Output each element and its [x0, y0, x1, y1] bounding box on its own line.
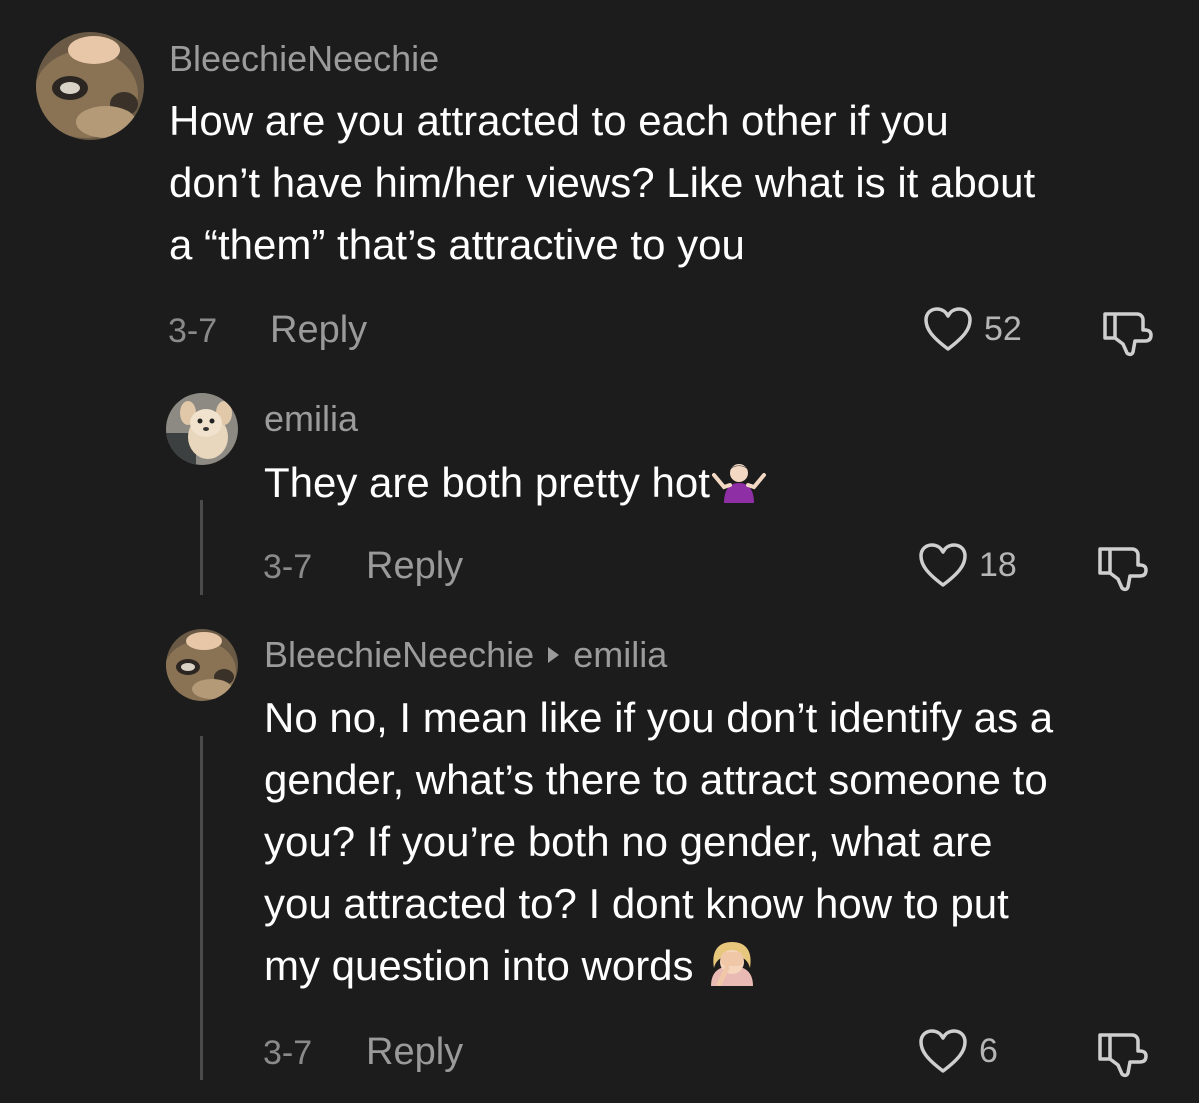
comment-date: 3-7	[263, 1034, 313, 1072]
comment-text-line: How are you attracted to each other if y…	[169, 97, 949, 144]
like-count: 52	[984, 310, 1022, 348]
reply-button[interactable]: Reply	[270, 311, 367, 349]
reply-arrow-icon	[548, 647, 560, 664]
avatar[interactable]	[166, 393, 238, 465]
reply-button[interactable]: Reply	[366, 1033, 463, 1071]
comment-date: 3-7	[263, 548, 313, 586]
comment-date: 3-7	[168, 312, 218, 350]
comment-text-line: No no, I mean like if you don’t identify…	[264, 694, 1054, 741]
thumbs-down-icon	[1103, 312, 1153, 357]
comment-text-line: don’t have him/her views? Like what is i…	[169, 159, 1036, 206]
comment-text: How are you attracted to each other if y…	[169, 90, 1035, 276]
dislike-button[interactable]	[1096, 1029, 1150, 1084]
like-count: 18	[979, 546, 1017, 584]
chipmunk-avatar-icon	[166, 629, 238, 701]
dog-avatar-icon	[166, 393, 238, 465]
dislike-button[interactable]	[1101, 308, 1155, 363]
comment-username[interactable]: BleechieNeechie	[169, 41, 439, 77]
like-count: 6	[979, 1032, 998, 1070]
avatar[interactable]	[36, 32, 144, 140]
thumbs-down-icon	[1098, 547, 1148, 592]
comment-text-line: gender, what’s there to attract someone …	[264, 756, 1048, 803]
comment-text: They are both pretty hot	[264, 452, 768, 520]
comment-text: No no, I mean like if you don’t identify…	[264, 687, 1053, 1003]
person-shrugging-icon	[710, 458, 768, 520]
heart-icon	[919, 543, 967, 587]
comment-text-content: They are both pretty hot	[264, 459, 710, 506]
avatar[interactable]	[166, 629, 238, 701]
face-palm-icon	[705, 938, 759, 1003]
heart-icon	[919, 1029, 967, 1073]
reply-button[interactable]: Reply	[366, 547, 463, 585]
comment-text-line: you? If you’re both no gender, what are	[264, 818, 993, 865]
comment-username[interactable]: emilia	[264, 401, 358, 437]
comment-text-line: They are both pretty hot	[264, 452, 768, 520]
reply-to-username[interactable]: emilia	[573, 634, 667, 675]
heart-icon	[924, 307, 972, 351]
like-button[interactable]: 52	[922, 305, 1022, 353]
thread-line	[200, 500, 203, 595]
dislike-button[interactable]	[1096, 543, 1150, 598]
like-button[interactable]: 6	[917, 1027, 998, 1075]
like-button[interactable]: 18	[917, 541, 1017, 589]
comment-username: BleechieNeechie emilia	[264, 637, 667, 673]
thumbs-down-icon	[1098, 1033, 1148, 1078]
chipmunk-avatar-icon	[36, 32, 144, 140]
thread-line	[200, 736, 203, 1080]
comment-text-content: my question into words	[264, 942, 694, 989]
comment-text-line: a “them” that’s attractive to you	[169, 221, 745, 268]
comment-text-line: you attracted to? I dont know how to put	[264, 880, 1009, 927]
comment-author[interactable]: BleechieNeechie	[264, 634, 534, 675]
comment-text-line: my question into words	[264, 935, 1053, 1003]
